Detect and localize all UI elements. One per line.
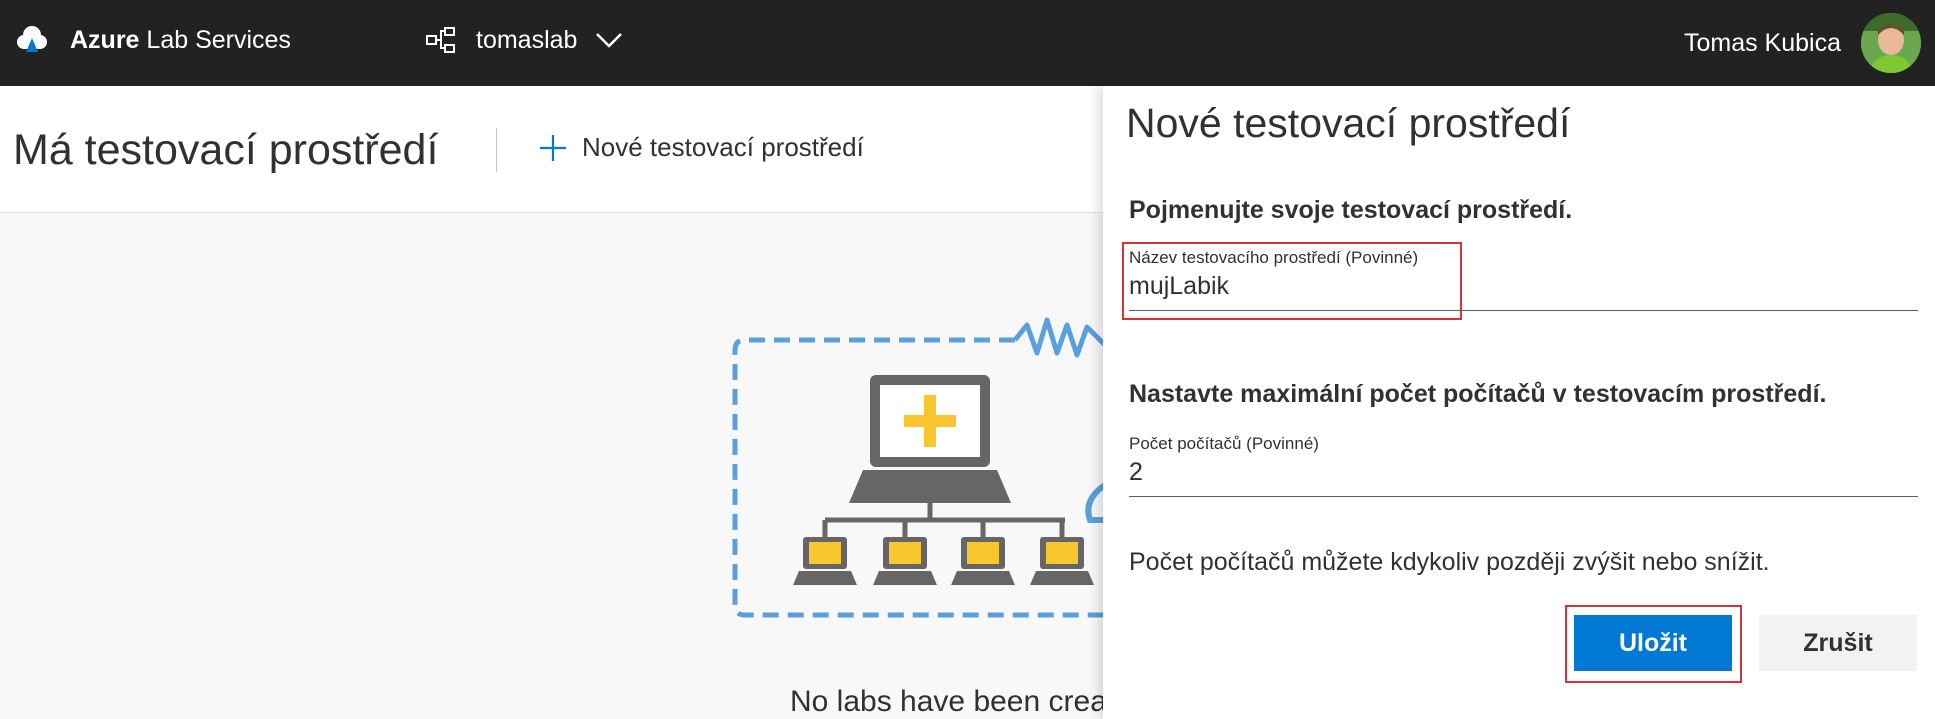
lab-hierarchy-icon [426,27,455,53]
page-title: Má testovací prostředí [13,126,439,174]
machine-count-field: Počet počítačů (Povinné) [1129,434,1918,497]
new-lab-label: Nové testovací prostředí [582,132,864,162]
empty-labs-illustration [732,317,1105,618]
lab-name: tomaslab [476,25,578,54]
user-menu[interactable]: Tomas Kubica [1684,0,1935,86]
lab-name-input[interactable] [1129,272,1918,301]
chevron-down-icon[interactable] [595,31,623,49]
save-button[interactable]: Uložit [1574,615,1732,671]
cancel-button[interactable]: Zrušit [1759,615,1917,671]
count-section-heading: Nastavte maximální počet počítačů v test… [1129,380,1827,408]
azure-cloud-icon [17,26,47,52]
lab-name-label: Název testovacího prostředí (Povinné) [1129,248,1419,267]
brand-title: Azure Lab Services [70,25,291,54]
name-section-heading: Pojmenujte svoje testovací prostředí. [1129,196,1573,224]
new-lab-button[interactable]: Nové testovací prostředí [538,132,864,163]
top-bar: Azure Lab Services tomaslab Tomas Kubica [0,0,1935,86]
empty-state-message: No labs have been creat [790,685,1116,718]
avatar[interactable] [1861,13,1921,73]
plus-icon [540,134,566,161]
machine-count-hint: Počet počítačů můžete kdykoliv později z… [1129,548,1770,576]
lab-name-field: Název testovacího prostředí (Povinné) [1129,248,1918,311]
panel-title: Nové testovací prostředí [1126,100,1571,146]
header-divider [496,128,497,172]
machine-count-input[interactable] [1129,458,1918,487]
brand[interactable]: Azure Lab Services [14,20,291,60]
user-name: Tomas Kubica [1683,28,1841,57]
lab-switcher[interactable]: tomaslab [426,20,623,60]
machine-count-label: Počet počítačů (Povinné) [1129,434,1319,453]
new-lab-panel: Nové testovací prostředí Pojmenujte svoj… [1103,86,1935,719]
